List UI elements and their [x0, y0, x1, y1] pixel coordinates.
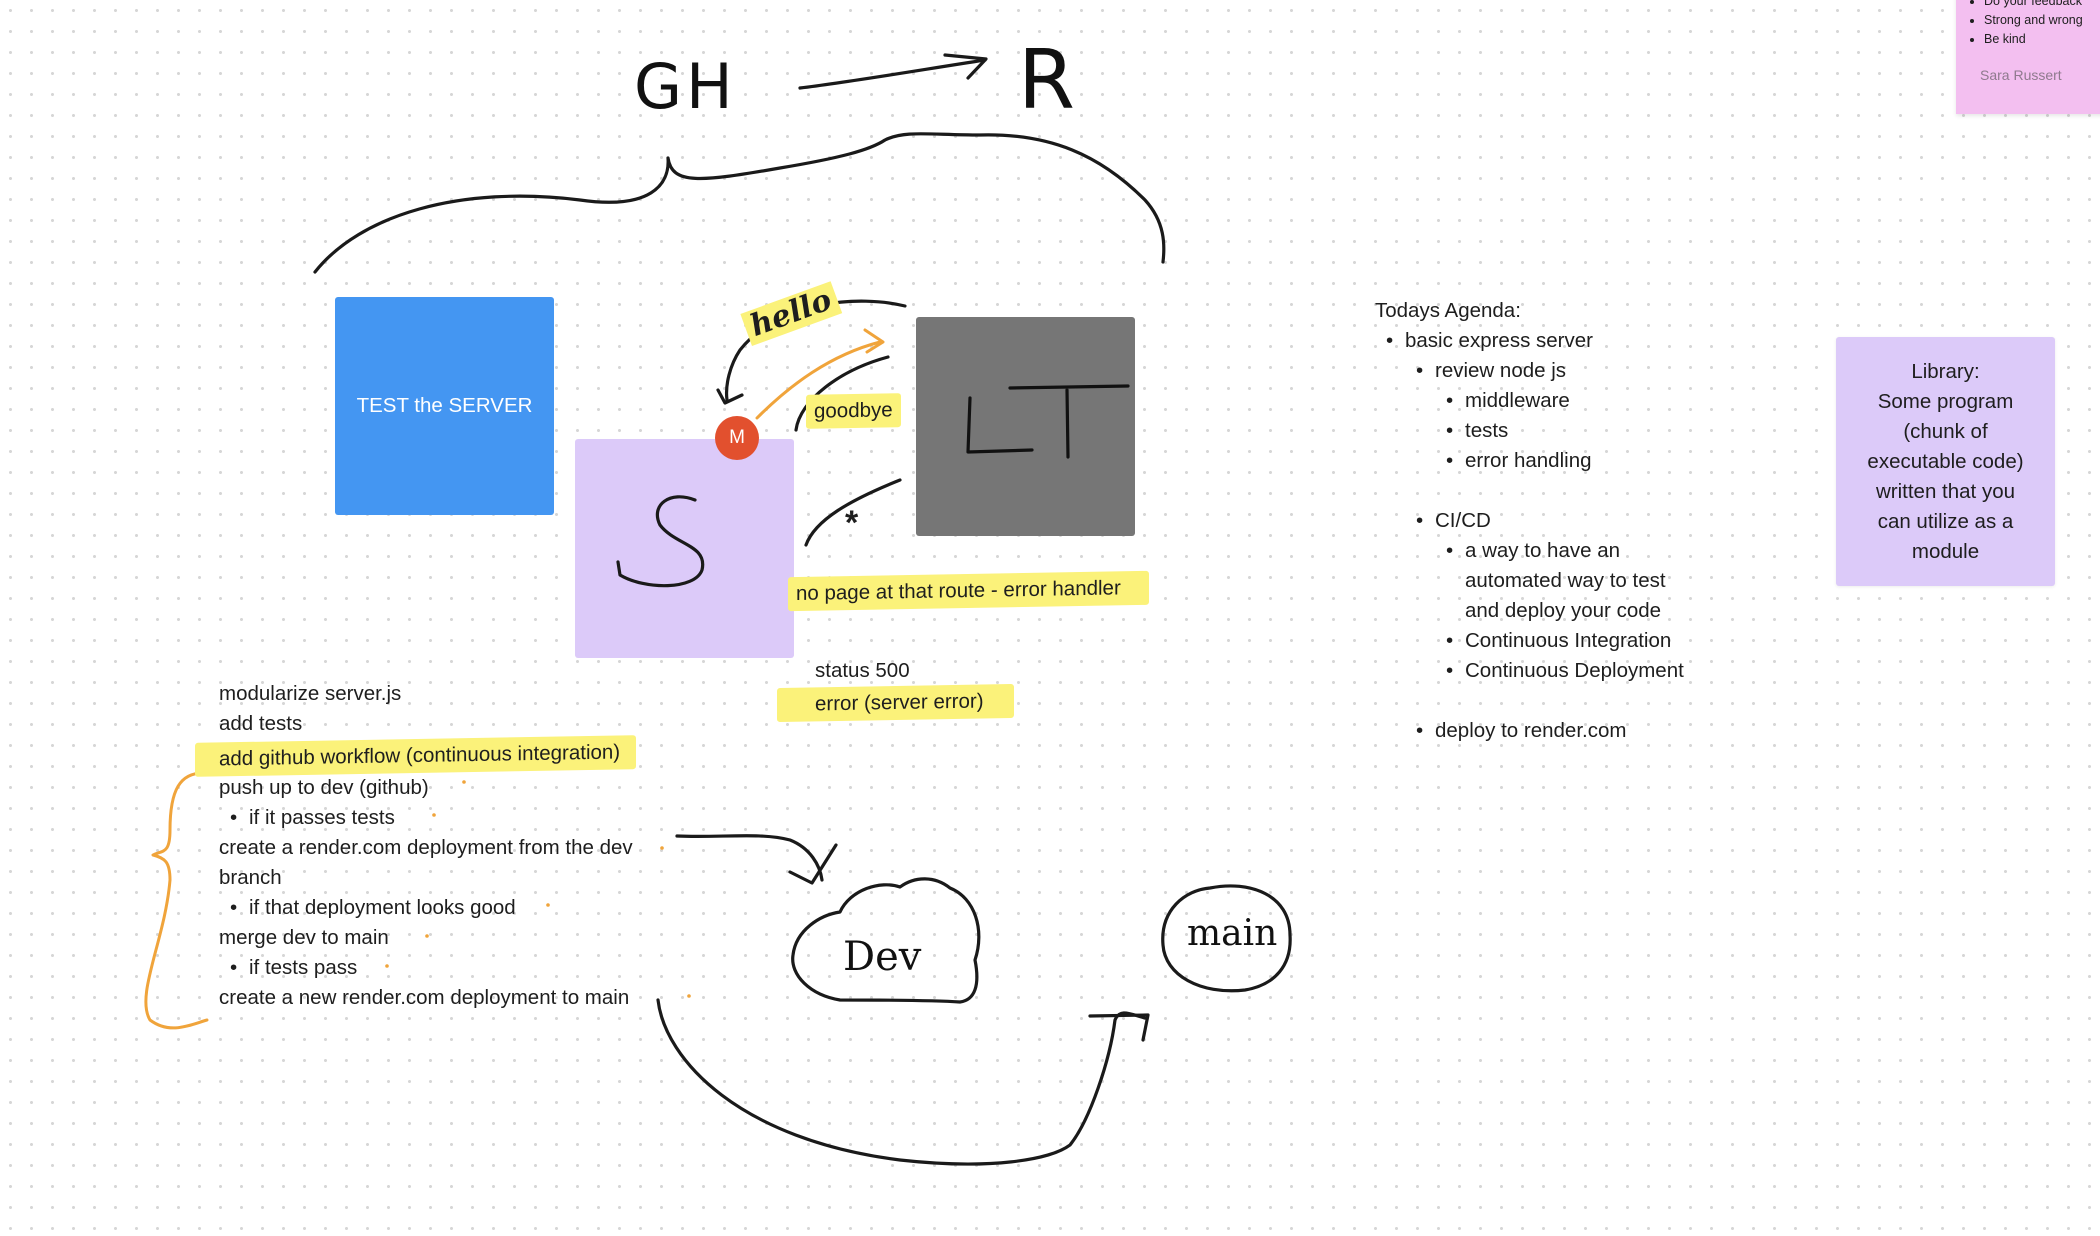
step-item: branch [219, 866, 282, 889]
hello-arrowhead-stroke [716, 388, 744, 405]
status-line-1: status 500 [815, 659, 910, 682]
step-item-highlighted: add github workflow (continuous integrat… [195, 735, 637, 777]
library-line: executable code) [1867, 450, 2024, 473]
sticky-author: Sara Russert [1980, 67, 2062, 83]
left-brace-stroke [144, 771, 209, 1030]
library-line: Some program [1877, 390, 2014, 413]
ink-layer [144, 53, 1292, 1166]
library-line: can utilize as a [1877, 510, 2014, 533]
library-line: module [1911, 540, 1980, 563]
hand-dev[interactable]: Dev [843, 935, 921, 979]
step-item: push up to dev (github) [219, 776, 429, 799]
hand-gh[interactable]: GH [634, 52, 737, 122]
agenda-item: basic express server [1386, 326, 1684, 356]
s-letter-stroke [616, 495, 705, 588]
orange-arrowhead-stroke [863, 328, 885, 354]
step-item: add tests [219, 712, 303, 735]
goodbye-label[interactable]: goodbye [806, 393, 901, 429]
library-line: (chunk of [1903, 420, 1988, 443]
step-subitem: if tests pass [230, 953, 636, 983]
agenda-title: Todays Agenda: [1375, 299, 1521, 322]
agenda-item: deploy to render.com [1416, 716, 1684, 746]
hand-asterisk[interactable]: * [845, 505, 858, 541]
agenda-item: error handling [1446, 446, 1684, 476]
agenda-item: Continuous Deployment [1446, 656, 1684, 686]
top-brace-stroke [313, 132, 1166, 274]
avatar-initial: M [729, 427, 745, 448]
agenda-item: review node js [1416, 356, 1684, 386]
step-item: merge dev to main [219, 926, 389, 949]
agenda-item: a way to have an [1446, 536, 1684, 566]
feedback-line: Be kind [1984, 30, 2100, 49]
agenda-text[interactable]: Todays Agenda: basic express server revi… [1375, 296, 1684, 746]
step-subitem: if it passes tests [230, 803, 636, 833]
hand-main[interactable]: main [1187, 914, 1277, 954]
steps-dev-arrowhead-stroke [788, 843, 838, 885]
status-label[interactable]: status 500 error (server error) [777, 656, 1014, 723]
agenda-item-continued: and deploy your code [1465, 599, 1662, 622]
feedback-sticky-note[interactable]: Do your feedback Strong and wrong Be kin… [1956, 0, 2100, 114]
bottom-arrowhead-stroke [1088, 1013, 1150, 1042]
avatar-badge[interactable]: M [715, 416, 759, 460]
gh-r-arrow-stroke [798, 58, 987, 90]
agenda-item-continued: automated way to test [1465, 569, 1666, 592]
step-item: modularize server.js [219, 682, 402, 705]
feedback-line: Strong and wrong [1984, 11, 2100, 30]
step-subitem: if that deployment looks good [230, 893, 636, 923]
steps-text[interactable]: modularize server.js add tests add githu… [195, 679, 637, 1013]
agenda-item: Continuous Integration [1446, 626, 1684, 656]
agenda-item: middleware [1446, 386, 1684, 416]
library-line: Library: [1911, 360, 1980, 383]
agenda-item: tests [1446, 416, 1684, 446]
steps-dev-arrow-stroke [675, 834, 824, 882]
feedback-line: Do your feedback [1984, 0, 2100, 11]
library-sticky-note[interactable]: Library: Some program (chunk of executab… [1836, 337, 2055, 586]
bottom-arrow-stroke [656, 998, 1147, 1166]
library-line: written that you [1875, 480, 2015, 503]
error-handler-label[interactable]: no page at that route - error handler [788, 570, 1149, 612]
status-line-2: error (server error) [777, 683, 1014, 723]
lt-letters-stroke [966, 384, 1130, 459]
step-item: create a render.com deployment from the … [219, 836, 633, 859]
step-item: create a new render.com deployment to ma… [219, 986, 630, 1009]
hand-r[interactable]: R [1018, 36, 1075, 126]
agenda-item: CI/CD [1416, 506, 1684, 536]
